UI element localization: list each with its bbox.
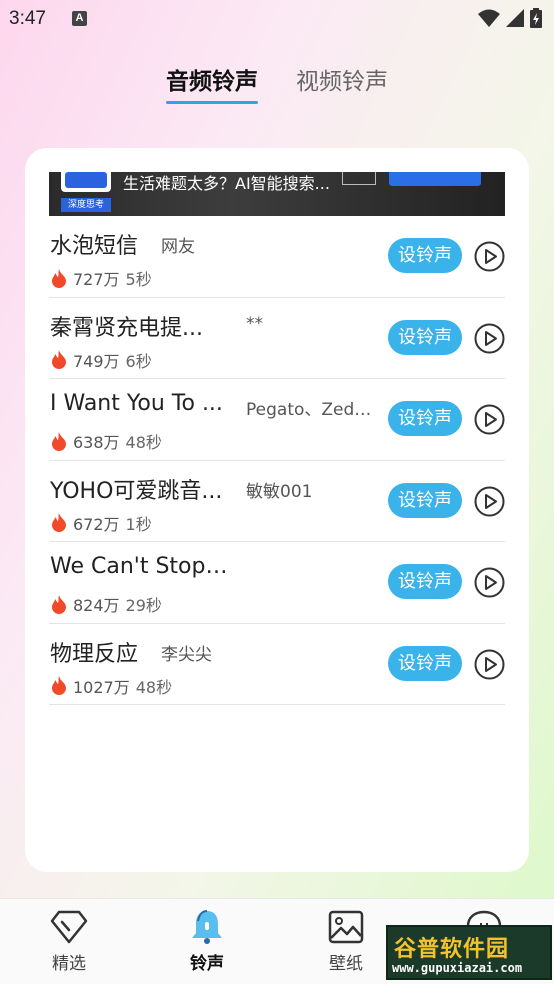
ringtone-duration: 48秒 bbox=[135, 677, 173, 697]
ringtone-duration: 5秒 bbox=[125, 270, 152, 289]
ringtone-meta: 749万 6秒 bbox=[51, 348, 152, 372]
status-time: 3:47 bbox=[9, 8, 46, 29]
set-ringtone-button[interactable]: 设铃声 bbox=[388, 238, 462, 273]
ringtone-meta: 727万 5秒 bbox=[51, 266, 152, 290]
notification-icon: A bbox=[72, 11, 87, 26]
watermark: 谷普软件园 www.gupuxiazai.com bbox=[386, 925, 552, 980]
fire-icon bbox=[52, 268, 66, 288]
nav-label: 精选 bbox=[52, 954, 86, 974]
ringtone-card: 深度思考 生活难题太多？AI智能搜索... 水泡短信 网友 727万 5秒 设铃… bbox=[25, 148, 529, 872]
list-item[interactable]: We Can't Stop (... 824万 29秒 设铃声 bbox=[49, 542, 505, 624]
ringtone-meta: 672万 1秒 bbox=[51, 511, 152, 535]
status-bar: 3:47 A bbox=[0, 0, 554, 38]
set-ringtone-button[interactable]: 设铃声 bbox=[388, 482, 462, 518]
set-ringtone-button[interactable]: 设铃声 bbox=[388, 319, 462, 355]
signal-icon bbox=[506, 9, 524, 27]
set-ringtone-button[interactable]: 设铃声 bbox=[388, 645, 462, 681]
list-item[interactable]: YOHO可爱跳音... 敏敏001 672万 1秒 设铃声 bbox=[49, 461, 505, 542]
fire-icon bbox=[52, 513, 66, 532]
tab-audio-ringtones[interactable]: 音频铃声 bbox=[166, 62, 258, 104]
ringtone-meta: 824万 29秒 bbox=[51, 592, 162, 616]
play-count: 672万 bbox=[73, 514, 120, 534]
ad-logo-label: 深度思考 bbox=[61, 198, 111, 212]
watermark-brand: 谷普软件园 bbox=[394, 937, 510, 962]
ad-button[interactable] bbox=[389, 172, 481, 186]
ringtone-title: We Can't Stop (... bbox=[50, 554, 230, 579]
ringtone-duration: 6秒 bbox=[125, 351, 152, 371]
list-item[interactable]: 秦霄贤充电提... ** 749万 6秒 设铃声 bbox=[49, 298, 505, 379]
play-count: 638万 bbox=[73, 433, 120, 452]
watermark-url: www.gupuxiazai.com bbox=[392, 961, 523, 975]
ringtone-title: 秦霄贤充电提... bbox=[50, 315, 203, 341]
list-item[interactable]: 物理反应 李尖尖 1027万 48秒 设铃声 bbox=[49, 624, 505, 705]
nav-label: 壁纸 bbox=[329, 954, 363, 974]
fire-icon bbox=[52, 431, 66, 451]
fire-icon bbox=[52, 350, 66, 369]
ad-text: 生活难题太多？AI智能搜索... bbox=[123, 174, 330, 193]
ringtone-title: YOHO可爱跳音... bbox=[50, 478, 223, 504]
tab-video-ringtones[interactable]: 视频铃声 bbox=[296, 62, 388, 104]
ad-logo bbox=[61, 172, 111, 192]
ringtone-list: 水泡短信 网友 727万 5秒 设铃声 秦霄贤充电提... ** 749万 6秒… bbox=[49, 216, 505, 705]
ringtone-artist: Pegato、Zedd... bbox=[246, 400, 378, 420]
wifi-icon bbox=[478, 9, 500, 27]
list-item[interactable]: I Want You To ... Pegato、Zedd... 638万 48… bbox=[49, 379, 505, 461]
play-count: 749万 bbox=[73, 351, 120, 371]
set-ringtone-button[interactable]: 设铃声 bbox=[388, 564, 462, 599]
ringtone-duration: 48秒 bbox=[125, 433, 162, 452]
nav-item-ringtones[interactable]: 铃声 bbox=[167, 909, 247, 974]
bell-icon bbox=[192, 910, 222, 944]
fire-icon bbox=[52, 594, 66, 614]
ad-banner[interactable]: 深度思考 生活难题太多？AI智能搜索... bbox=[49, 172, 505, 216]
diamond-icon bbox=[50, 910, 88, 944]
play-icon[interactable] bbox=[474, 486, 505, 517]
play-icon[interactable] bbox=[474, 404, 505, 435]
ringtone-meta: 1027万 48秒 bbox=[51, 674, 172, 698]
battery-icon bbox=[530, 8, 542, 28]
status-icons bbox=[478, 8, 542, 28]
ringtone-artist: 敏敏001 bbox=[246, 481, 313, 502]
fire-icon bbox=[52, 676, 66, 695]
play-icon[interactable] bbox=[474, 567, 505, 598]
play-count: 1027万 bbox=[73, 677, 130, 697]
set-ringtone-button[interactable]: 设铃声 bbox=[388, 401, 462, 436]
play-count: 824万 bbox=[73, 596, 120, 615]
ringtone-artist: ** bbox=[246, 313, 263, 334]
ringtone-artist: 网友 bbox=[161, 237, 195, 257]
nav-label: 铃声 bbox=[190, 954, 224, 974]
ad-image bbox=[342, 172, 376, 185]
ringtone-meta: 638万 48秒 bbox=[51, 429, 162, 453]
ringtone-duration: 1秒 bbox=[125, 514, 152, 534]
play-icon[interactable] bbox=[474, 323, 505, 354]
play-icon[interactable] bbox=[474, 649, 505, 680]
image-icon bbox=[328, 910, 364, 944]
play-icon[interactable] bbox=[474, 241, 505, 272]
ringtone-artist: 李尖尖 bbox=[161, 644, 212, 665]
ringtone-title: I Want You To ... bbox=[50, 391, 223, 416]
nav-item-featured[interactable]: 精选 bbox=[29, 909, 109, 974]
play-count: 727万 bbox=[73, 270, 120, 289]
list-item[interactable]: 水泡短信 网友 727万 5秒 设铃声 bbox=[49, 216, 505, 298]
top-tabs: 音频铃声 视频铃声 bbox=[0, 62, 554, 104]
ringtone-duration: 29秒 bbox=[125, 596, 162, 615]
nav-item-wallpapers[interactable]: 壁纸 bbox=[306, 909, 386, 974]
